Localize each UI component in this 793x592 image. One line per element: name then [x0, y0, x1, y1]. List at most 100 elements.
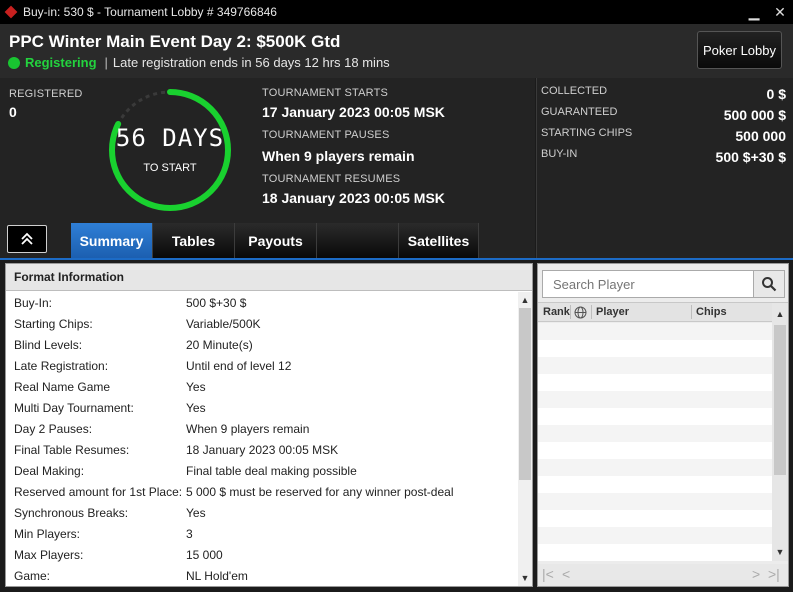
col-rank[interactable]: Rank [543, 306, 570, 318]
player-scroll-up-icon[interactable]: ▲ [773, 307, 787, 321]
tab-underline [0, 258, 793, 260]
format-key: Blind Levels: [14, 337, 83, 352]
format-value: 3 [186, 526, 193, 541]
tab-summary[interactable]: Summary [71, 223, 153, 258]
tab-satellites[interactable]: Satellites [399, 223, 479, 258]
registered-value: 0 [9, 104, 17, 120]
format-value: Yes [186, 505, 206, 520]
format-row: Starting Chips: Variable/500K [6, 313, 518, 334]
starting-chips-label: STARTING CHIPS [541, 127, 633, 139]
tab-blank[interactable] [317, 223, 399, 258]
format-info-panel: Format Information Buy-In: 500 $+30 $ Star… [5, 263, 533, 587]
format-key: Day 2 Pauses: [14, 421, 93, 436]
format-key: Deal Making: [14, 463, 85, 478]
table-row [538, 476, 772, 493]
search-button[interactable] [753, 270, 785, 298]
format-rows: Buy-In: 500 $+30 $ Starting Chips: Variable… [6, 292, 518, 586]
player-rows [538, 323, 772, 561]
table-row [538, 459, 772, 476]
format-value: When 9 players remain [186, 421, 310, 436]
format-row: Real Name Game Yes [6, 376, 518, 397]
format-key: Synchronous Breaks: [14, 505, 129, 520]
col-chips[interactable]: Chips [696, 306, 727, 318]
player-scrollbar[interactable]: ▲ ▼ [772, 303, 788, 561]
tab-bar: Summary Tables Payouts Satellites [71, 223, 479, 258]
format-row: Buy-In: 500 $+30 $ [6, 292, 518, 313]
format-value: Yes [186, 379, 206, 394]
buyin-label: BUY-IN [541, 148, 578, 160]
countdown-days: 56 DAYS [115, 124, 225, 152]
format-key: Starting Chips: [14, 316, 93, 331]
close-button[interactable]: ✕ [767, 0, 793, 24]
pauses-label: TOURNAMENT PAUSES [262, 129, 390, 141]
format-row: Blind Levels: 20 Minute(s) [6, 334, 518, 355]
format-key: Game: [14, 568, 51, 583]
table-row [538, 544, 772, 561]
table-row [538, 442, 772, 459]
format-value: Yes [186, 400, 206, 415]
format-value: Variable/500K [186, 316, 261, 331]
player-scroll-thumb[interactable] [774, 325, 786, 475]
scroll-up-icon[interactable]: ▲ [518, 293, 532, 307]
resumes-label: TOURNAMENT RESUMES [262, 173, 401, 185]
guaranteed-label: GUARANTEED [541, 106, 618, 118]
prev-page-icon[interactable]: < [562, 566, 570, 582]
format-value: Until end of level 12 [186, 358, 292, 373]
globe-icon[interactable] [574, 306, 587, 319]
starting-chips-value: 500 000 [735, 128, 786, 144]
starts-label: TOURNAMENT STARTS [262, 87, 389, 99]
format-value: 15 000 [186, 547, 223, 562]
double-chevron-up-icon [21, 232, 33, 245]
minimize-button[interactable]: ▁ [741, 0, 767, 24]
next-page-icon[interactable]: > [752, 566, 760, 582]
format-key: Multi Day Tournament: [14, 400, 134, 415]
format-row: Min Players: 3 [6, 523, 518, 544]
scroll-down-icon[interactable]: ▼ [518, 571, 532, 585]
search-player-input[interactable] [542, 270, 754, 298]
last-page-icon[interactable]: >| [768, 566, 780, 582]
separator: | [104, 55, 108, 70]
table-row [538, 374, 772, 391]
poker-lobby-button[interactable]: Poker Lobby [697, 31, 782, 69]
format-row: Reserved amount for 1st Place: 5 000 $ mu… [6, 481, 518, 502]
event-title: PPC Winter Main Event Day 2: $500K Gtd [9, 32, 341, 51]
format-row: Deal Making: Final table deal making poss… [6, 460, 518, 481]
table-row [538, 357, 772, 374]
format-row: Late Registration: Until end of level 12 [6, 355, 518, 376]
format-row: Final Table Resumes: 18 January 2023 00:0… [6, 439, 518, 460]
format-heading: Format Information [6, 264, 532, 291]
format-key: Final Table Resumes: [14, 442, 130, 457]
app-logo-icon [4, 5, 18, 19]
registered-label: REGISTERED [9, 88, 83, 100]
format-key: Min Players: [14, 526, 81, 541]
format-value: 18 January 2023 00:05 MSK [186, 442, 339, 457]
first-page-icon[interactable]: |< [542, 566, 554, 582]
format-key: Buy-In: [14, 295, 53, 310]
table-row [538, 391, 772, 408]
tab-tables[interactable]: Tables [153, 223, 235, 258]
format-scroll-thumb[interactable] [519, 308, 531, 480]
table-row [538, 340, 772, 357]
format-key: Max Players: [14, 547, 84, 562]
table-row [538, 425, 772, 442]
player-scroll-down-icon[interactable]: ▼ [773, 545, 787, 559]
player-table-header: Rank Player Chips [538, 302, 788, 322]
guaranteed-value: 500 000 $ [723, 107, 786, 123]
collapse-button[interactable] [7, 225, 47, 253]
format-row: Max Players: 15 000 [6, 544, 518, 565]
format-value: 5 000 $ must be reserved for any winner … [186, 484, 454, 499]
countdown-subtitle: TO START [143, 162, 197, 174]
format-value: 20 Minute(s) [186, 337, 253, 352]
starts-value: 17 January 2023 00:05 MSK [262, 104, 445, 120]
col-player[interactable]: Player [596, 306, 629, 318]
late-registration-text: Late registration ends in 56 days 12 hrs… [112, 55, 390, 70]
player-list-panel: Rank Player Chips ▲ ▼ |< < > [537, 263, 789, 587]
format-value: Final table deal making possible [186, 463, 357, 478]
table-row [538, 408, 772, 425]
format-row: Multi Day Tournament: Yes [6, 397, 518, 418]
format-row: Synchronous Breaks: Yes [6, 502, 518, 523]
format-value: 500 $+30 $ [186, 295, 247, 310]
format-scrollbar[interactable]: ▲ ▼ [518, 292, 532, 586]
tournament-header: PPC Winter Main Event Day 2: $500K Gtd R… [0, 24, 793, 78]
tab-payouts[interactable]: Payouts [235, 223, 317, 258]
